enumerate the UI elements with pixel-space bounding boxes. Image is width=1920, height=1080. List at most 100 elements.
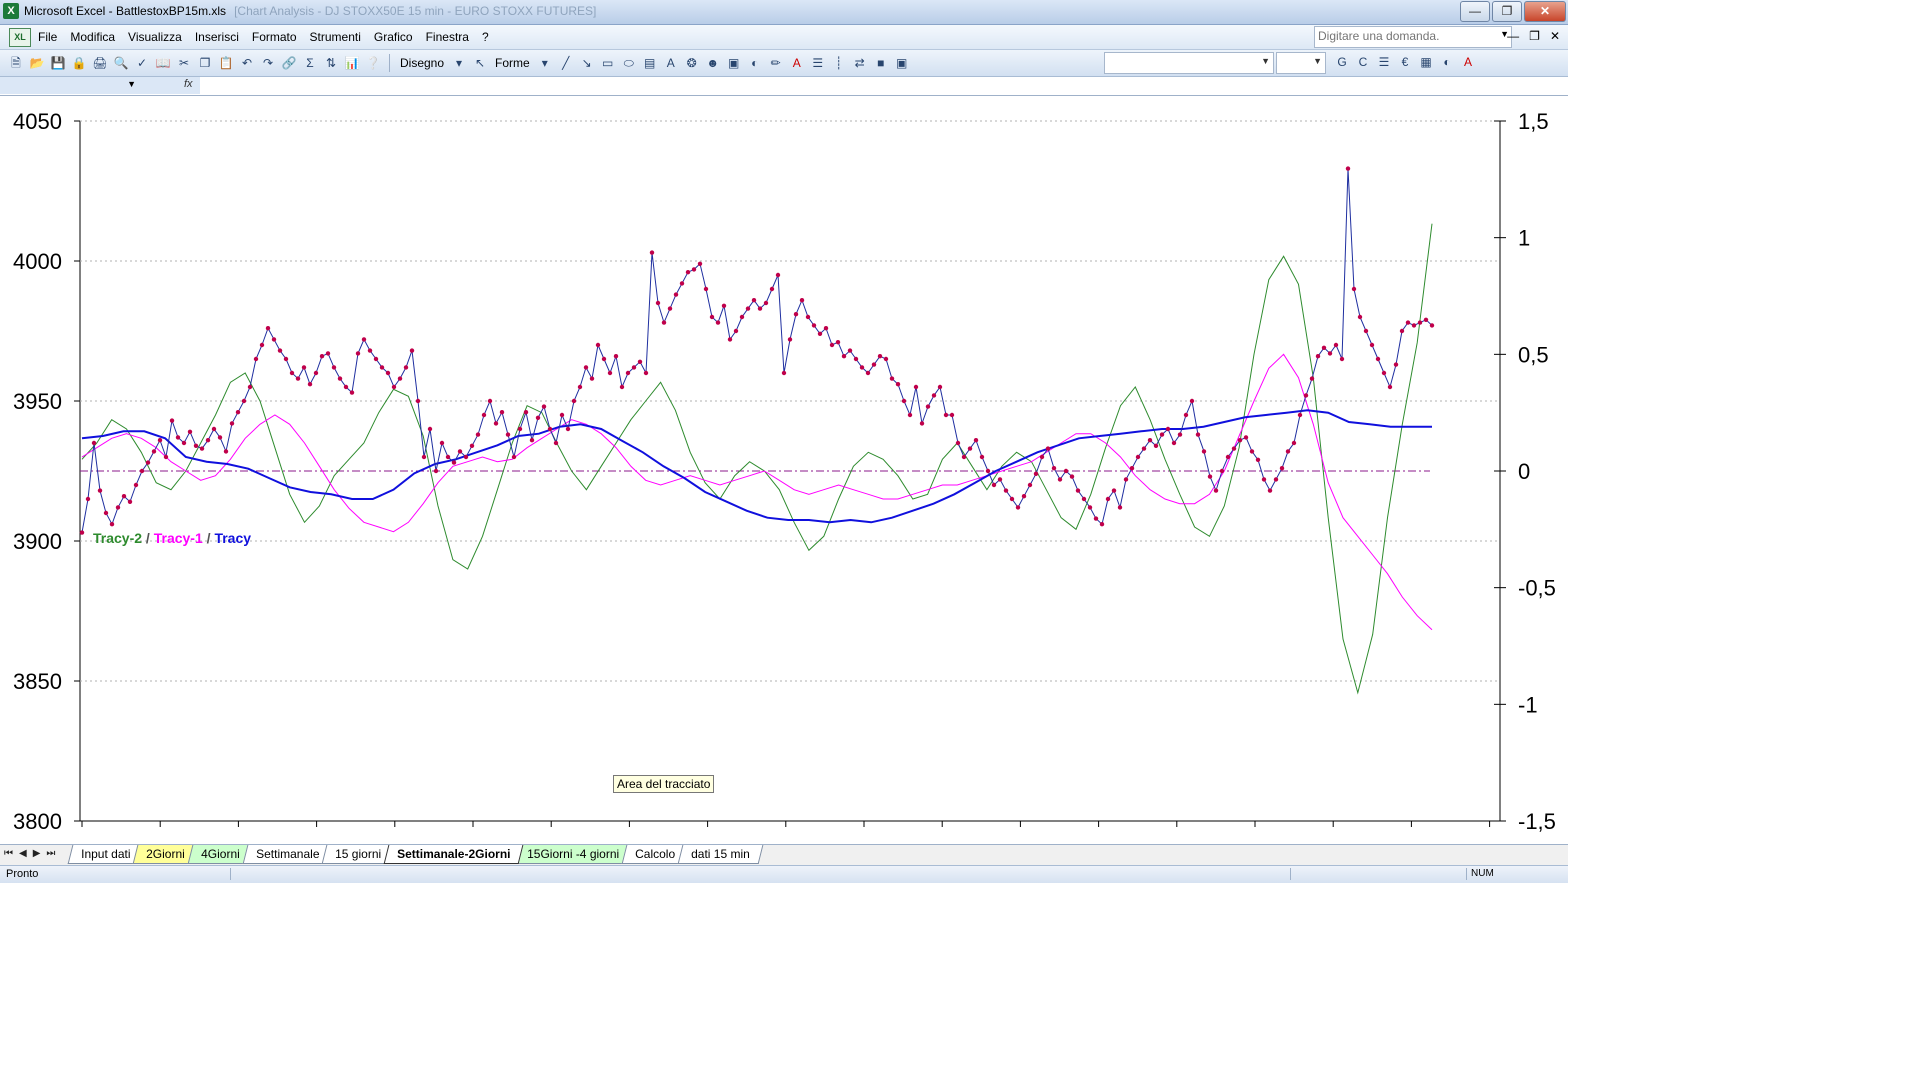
fx-icon[interactable]: fx [184,78,193,90]
menu-help[interactable]: ? [482,30,489,44]
price-point [769,286,775,292]
menu-finestra[interactable]: Finestra [426,30,469,44]
font-name-select[interactable]: ▼ [1104,52,1274,74]
price-point [835,340,841,345]
price-point [1237,438,1243,443]
euro-button[interactable]: € [1397,54,1413,70]
redo-icon[interactable]: ↷ [260,55,276,71]
last-sheet-icon[interactable]: ⏭ [46,848,55,859]
price-point [181,440,187,446]
mdi-close-icon[interactable]: ✕ [1550,29,1560,43]
chevron-down-icon[interactable]: ▾ [451,55,467,71]
spelling-icon[interactable]: ✓ [134,55,150,71]
diagram-icon[interactable]: ❂ [684,55,700,71]
sheet-tab[interactable]: Settimanale [242,845,333,864]
3d-icon[interactable]: ▣ [894,55,910,71]
borders-icon[interactable]: ▦ [1418,54,1434,70]
select-pointer-icon[interactable]: ↖ [472,55,488,71]
first-sheet-icon[interactable]: ⏮ [4,848,13,859]
fill-color-icon[interactable]: ◐ [747,55,763,71]
draw-menu[interactable]: Disegno [400,56,444,70]
chevron-down-icon[interactable]: ▼ [1261,56,1270,66]
question-box[interactable]: ▼ [1314,26,1512,48]
mdi-restore-icon[interactable]: ❐ [1529,29,1540,43]
chevron-down-icon[interactable]: ▼ [127,79,136,89]
chart-svg[interactable]: 4050 4000 3950 3900 3850 3800 1,5 1 0,5 0 -0,5 -1 -1… [0,96,1568,844]
oval-icon[interactable]: ⬭ [621,55,637,71]
workbook-icon[interactable]: XL [9,28,31,47]
font-color-icon[interactable]: A [789,55,805,71]
prev-sheet-icon[interactable]: ◀ [19,848,27,859]
menu-modifica[interactable]: Modifica [70,30,115,44]
price-point [211,426,217,432]
copy-icon[interactable]: ❐ [197,55,213,71]
menu-inserisci[interactable]: Inserisci [195,30,239,44]
price-point [175,435,181,440]
price-point [1207,474,1213,479]
paste-icon[interactable]: 📋 [218,55,234,71]
sort-icon[interactable]: ⇅ [323,55,339,71]
sheet-tab[interactable]: Settimanale-2Giorni [383,845,524,864]
font-color-icon[interactable]: A [1460,54,1476,70]
sheet-tab[interactable]: dati 15 min [677,845,763,864]
name-box[interactable]: ▼ [0,77,141,94]
autosum-icon[interactable]: Σ [302,55,318,71]
print-preview-icon[interactable]: 🔍 [113,55,129,71]
shapes-menu[interactable]: Forme [495,56,530,70]
arrow-icon[interactable]: ↘ [579,55,595,71]
sheet-tab[interactable]: 15Giorni -4 giorni [513,845,632,864]
print-icon[interactable]: 🖨 [92,55,108,71]
cut-icon[interactable]: ✂ [176,55,192,71]
italic-button[interactable]: C [1355,54,1371,70]
new-document-icon[interactable]: 🗎 [8,55,24,71]
mdi-minimize-icon[interactable]: — [1507,29,1519,43]
fill-color-icon[interactable]: ◐ [1439,54,1455,70]
picture-icon[interactable]: ▣ [726,55,742,71]
chart-area[interactable]: 4050 4000 3950 3900 3850 3800 1,5 1 0,5 0 -0,5 -1 -1… [0,96,1568,844]
next-sheet-icon[interactable]: ▶ [33,848,41,859]
price-point [913,384,919,390]
sheet-tab-label: Settimanale [255,847,320,861]
price-point [937,384,943,390]
menu-grafico[interactable]: Grafico [374,30,413,44]
research-icon[interactable]: 📖 [155,55,171,71]
line-icon[interactable]: ╱ [558,55,574,71]
sheet-tab-label: Calcolo [634,847,675,861]
price-point [289,370,295,376]
wordart-icon[interactable]: A [663,55,679,71]
price-point [745,306,751,311]
price-point [487,398,493,404]
chevron-down-icon[interactable]: ▾ [537,55,553,71]
minimize-button[interactable]: — [1460,1,1490,22]
help-icon[interactable]: ❔ [365,55,381,71]
open-folder-icon[interactable]: 📂 [29,55,45,71]
close-button[interactable]: ✕ [1524,1,1566,22]
hyperlink-icon[interactable]: 🔗 [281,55,297,71]
chart-wizard-icon[interactable]: 📊 [344,55,360,71]
clipart-icon[interactable]: ☻ [705,55,721,71]
menu-strumenti[interactable]: Strumenti [310,30,361,44]
chevron-down-icon[interactable]: ▼ [1313,56,1322,66]
dash-style-icon[interactable]: ┊ [831,55,847,71]
menu-formato[interactable]: Formato [252,30,297,44]
arrow-style-icon[interactable]: ⇄ [852,55,868,71]
menu-file[interactable]: File [38,30,57,44]
save-icon[interactable]: 💾 [50,55,66,71]
rectangle-icon[interactable]: ▭ [600,55,616,71]
sheet-tab-label: Input dati [81,847,131,861]
bold-button[interactable]: G [1334,54,1350,70]
font-size-select[interactable]: ▼ [1276,52,1326,74]
line-color-icon[interactable]: ✏ [768,55,784,71]
question-input[interactable] [1315,27,1490,45]
price-point [1039,454,1045,460]
line-style-icon[interactable]: ☰ [810,55,826,71]
align-icon[interactable]: ☰ [1376,54,1392,70]
textbox-icon[interactable]: ▤ [642,55,658,71]
menu-visualizza[interactable]: Visualizza [128,30,182,44]
shadow-icon[interactable]: ■ [873,55,889,71]
undo-icon[interactable]: ↶ [239,55,255,71]
price-point [91,440,97,446]
maximize-button[interactable]: ❐ [1492,1,1522,22]
permission-icon[interactable]: 🔒 [71,55,87,71]
price-point [829,342,835,348]
